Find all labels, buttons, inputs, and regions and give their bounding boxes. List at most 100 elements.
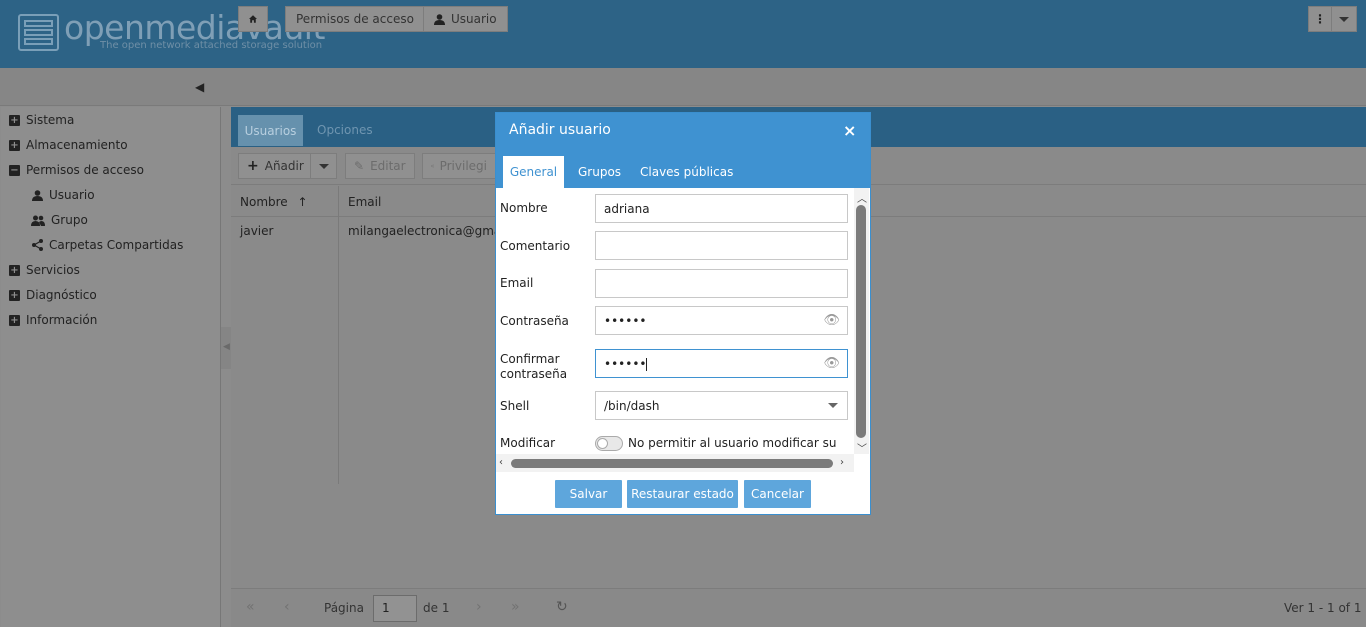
share-icon (32, 239, 43, 251)
user-icon (434, 13, 445, 25)
column-header-nombre[interactable]: Nombre ↑ (240, 195, 308, 209)
vertical-scroll-thumb[interactable] (856, 205, 866, 438)
dialog-title: Añadir usuario (509, 122, 611, 138)
breadcrumb-bar (0, 68, 1366, 106)
breadcrumb-label: Usuario (451, 12, 497, 26)
sidebar-item-label: Usuario (49, 188, 95, 202)
cancel-button[interactable]: Cancelar (744, 480, 811, 508)
last-page-icon[interactable]: » (511, 599, 520, 615)
toggle-knob (597, 438, 608, 449)
email-label: Email (500, 276, 534, 290)
sidebar-item-label: Carpetas Compartidas (49, 238, 184, 252)
comment-field[interactable] (595, 231, 848, 260)
expand-icon[interactable]: + (9, 289, 20, 301)
column-divider (338, 186, 339, 484)
pager-summary: Ver 1 - 1 of 1 (1284, 601, 1362, 615)
tab-usuarios[interactable]: Usuarios (238, 115, 303, 146)
refresh-icon[interactable]: ↻ (556, 599, 568, 615)
expand-icon[interactable]: + (9, 264, 20, 276)
privileges-button-label: Privilegi (439, 159, 487, 173)
add-button[interactable]: + Añadir (238, 153, 313, 179)
sidebar-item-label: Información (26, 313, 98, 327)
chevron-down-icon (828, 403, 838, 408)
sidebar-item-carpetas[interactable]: Carpetas Compartidas (32, 238, 183, 252)
privileges-button[interactable]: Privilegi (422, 153, 496, 179)
sidebar-item-sistema[interactable]: + Sistema (9, 113, 74, 127)
password-field[interactable]: •••••• 👁 (595, 306, 848, 335)
first-page-icon[interactable]: « (246, 599, 255, 615)
chevron-left-icon: ◀ (223, 342, 230, 352)
eye-icon[interactable]: 👁 (823, 356, 840, 371)
column-header-email[interactable]: Email (348, 195, 381, 209)
modify-label: Modificar (500, 436, 556, 450)
add-button-label: Añadir (264, 159, 304, 173)
eye-icon[interactable]: 👁 (823, 313, 840, 328)
sidebar-item-usuario[interactable]: Usuario (32, 188, 95, 202)
tab-general[interactable]: General (503, 156, 564, 188)
sidebar-item-grupo[interactable]: Grupo (31, 213, 88, 227)
sidebar-item-informacion[interactable]: + Información (9, 313, 97, 327)
confirm-password-field[interactable]: •••••• 👁 (595, 349, 848, 378)
tab-grupos[interactable]: Grupos (578, 165, 621, 179)
column-label: Nombre (240, 195, 288, 209)
sidebar-item-label: Servicios (26, 263, 80, 277)
breadcrumb-item-permisos[interactable]: Permisos de acceso (285, 6, 425, 32)
group-icon (31, 215, 45, 226)
prev-page-icon[interactable]: ‹ (284, 599, 290, 615)
tab-claves-publicas[interactable]: Claves públicas (640, 165, 733, 179)
reset-button[interactable]: Restaurar estado (627, 480, 738, 508)
name-field[interactable]: adriana (595, 194, 848, 223)
sidebar-item-label: Grupo (51, 213, 88, 227)
cell-name[interactable]: javier (240, 224, 273, 238)
confirm-label-line2: contraseña (500, 367, 568, 381)
sidebar-item-servicios[interactable]: + Servicios (9, 263, 80, 277)
shell-label: Shell (500, 399, 530, 413)
more-menu-button[interactable]: ⋮ (1308, 6, 1332, 32)
sidebar-item-permisos[interactable]: − Permisos de acceso (9, 163, 144, 177)
sidebar-item-diagnostico[interactable]: + Diagnóstico (9, 288, 97, 302)
sidebar-item-label: Almacenamiento (26, 138, 128, 152)
page-label: Página (324, 601, 364, 615)
chevron-down-icon (1339, 16, 1349, 22)
page-of-label: de 1 (423, 601, 450, 615)
horizontal-scroll-thumb[interactable] (511, 459, 833, 468)
expand-icon[interactable]: + (9, 314, 20, 326)
shell-select[interactable]: /bin/dash (595, 391, 848, 420)
tab-opciones[interactable]: Opciones (317, 123, 373, 137)
scroll-left-icon[interactable]: ‹ (499, 457, 503, 468)
collapse-icon[interactable]: − (9, 164, 20, 176)
dropdown-button[interactable] (1331, 6, 1357, 32)
breadcrumb-item-usuario[interactable]: Usuario (423, 6, 508, 32)
add-menu-button[interactable] (310, 153, 337, 179)
sidebar-item-label: Diagnóstico (26, 288, 97, 302)
user-icon (32, 189, 43, 201)
sidebar-item-almacenamiento[interactable]: + Almacenamiento (9, 138, 128, 152)
email-field[interactable] (595, 269, 848, 298)
sidebar-splitter[interactable]: ◀ (221, 327, 231, 369)
save-button[interactable]: Salvar (555, 480, 622, 508)
confirm-password-label: Confirmar contraseña (500, 352, 567, 382)
brand-tagline: The open network attached storage soluti… (100, 40, 323, 51)
sidebar-item-label: Permisos de acceso (26, 163, 144, 177)
scroll-up-icon[interactable]: ︿ (857, 190, 867, 205)
page-input[interactable]: 1 (373, 595, 417, 622)
expand-icon[interactable]: + (9, 139, 20, 151)
next-page-icon[interactable]: › (476, 599, 482, 615)
confirm-password-value: •••••• (604, 357, 647, 371)
modify-toggle[interactable] (595, 436, 623, 451)
edit-button[interactable]: ✎ Editar (345, 153, 415, 179)
scroll-down-icon[interactable]: ﹀ (857, 440, 867, 455)
shell-value: /bin/dash (604, 399, 660, 413)
name-label: Nombre (500, 201, 548, 215)
close-icon[interactable]: × (843, 121, 856, 140)
plus-icon: + (247, 158, 259, 174)
expand-icon[interactable]: + (9, 114, 20, 126)
scroll-right-icon[interactable]: › (840, 457, 844, 468)
home-button[interactable] (238, 6, 268, 32)
cell-email[interactable]: milangaelectronica@gmail.c (348, 224, 496, 238)
navigation-sidebar (1, 107, 221, 627)
edit-button-label: Editar (370, 159, 406, 173)
sort-asc-icon: ↑ (297, 195, 308, 209)
sidebar-item-label: Sistema (26, 113, 75, 127)
collapse-nav-icon[interactable]: ◀ (195, 80, 204, 94)
